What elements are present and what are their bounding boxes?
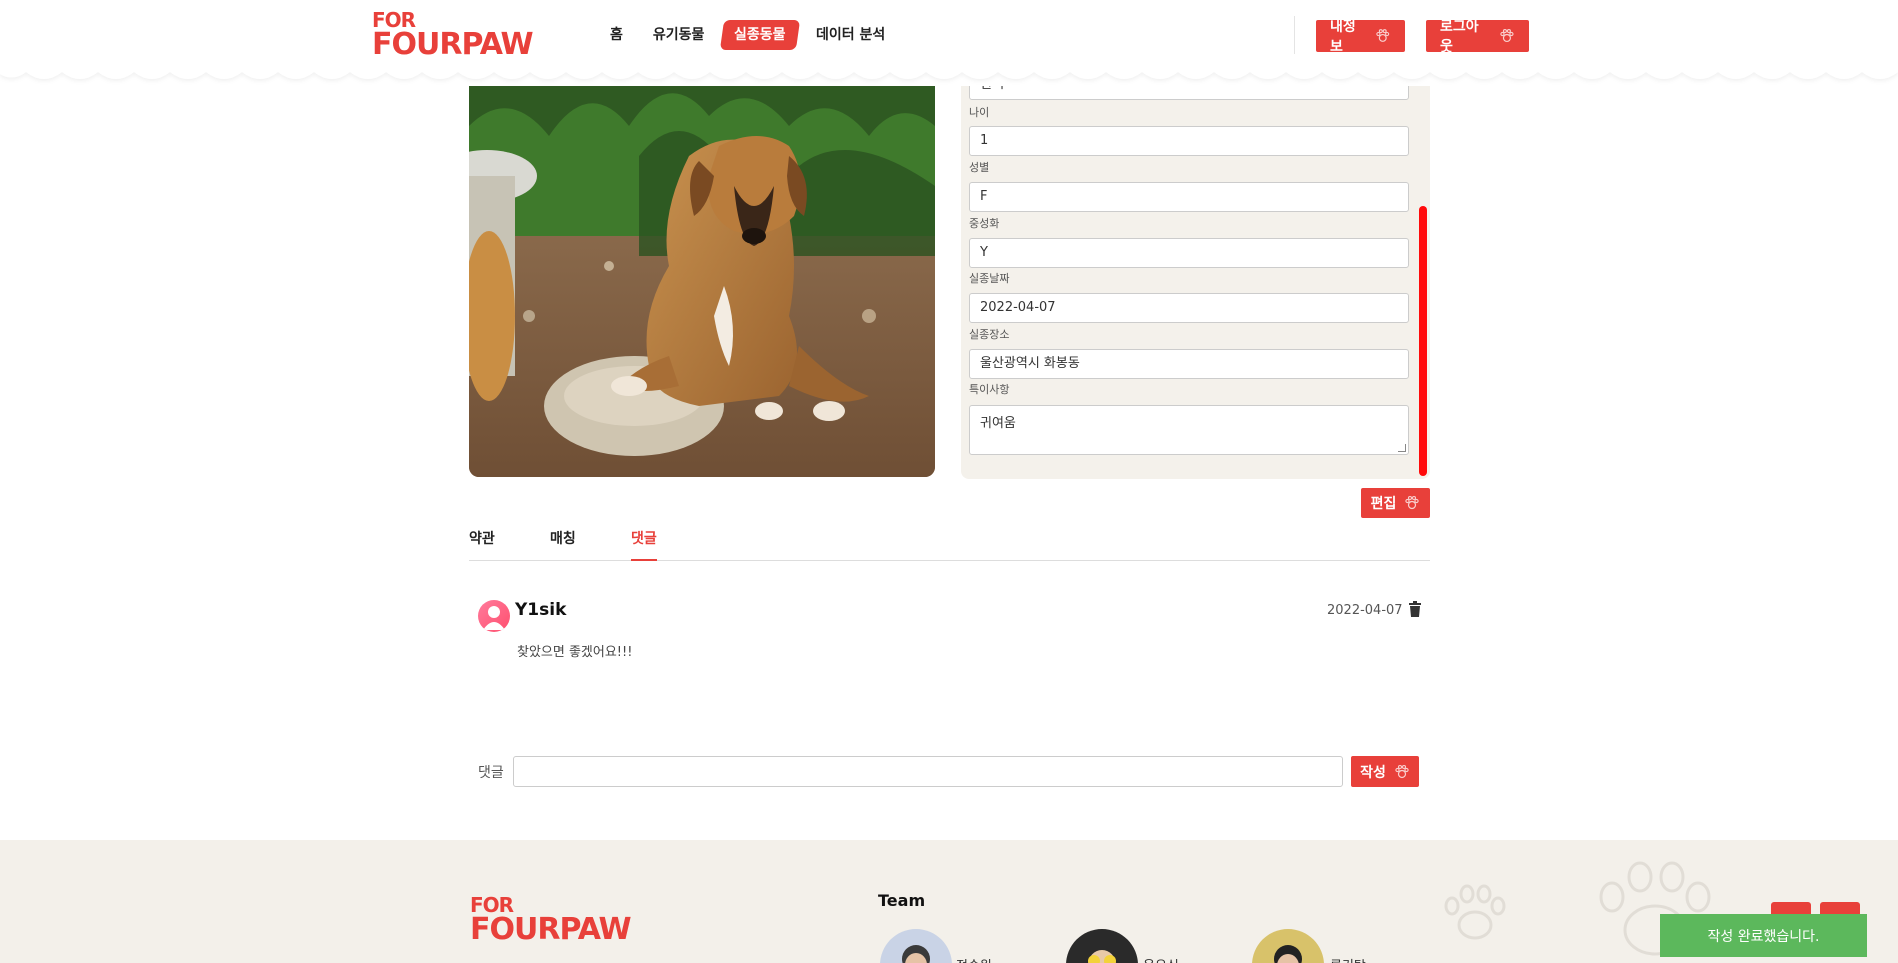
age-field[interactable]: 1 (969, 126, 1409, 156)
edit-label: 편집 (1370, 496, 1397, 512)
my-info-label: 내정보 (1330, 19, 1356, 55)
tab-comments[interactable]: 댓글 (631, 528, 657, 561)
panel-scrollbar[interactable] (1419, 206, 1427, 476)
user-icon (483, 606, 505, 630)
paw-icon (1405, 495, 1420, 510)
header-divider (1294, 16, 1295, 54)
missing-date-field[interactable]: 2022-04-07 (969, 293, 1409, 323)
missing-place-label: 실종장소 (969, 328, 1010, 341)
main-nav: 홈 유기동물 실종동물 데이터 분석 (598, 20, 897, 50)
tab-matching[interactable]: 매칭 (550, 528, 576, 561)
nav-data-analysis[interactable]: 데이터 분석 (804, 20, 897, 50)
header-wave-decoration (0, 60, 1898, 79)
nav-abandoned-animals[interactable]: 유기동물 (641, 20, 717, 50)
comment-author: Y1sik (515, 600, 567, 620)
pet-photo (469, 66, 935, 477)
comment-text: 찾았으면 좋겠어요!!! (517, 645, 633, 660)
resize-handle[interactable] (1398, 444, 1406, 452)
neutered-field[interactable]: Y (969, 238, 1409, 268)
logout-button[interactable]: 로그아웃 (1426, 19, 1529, 55)
comment-input-label: 댓글 (478, 765, 504, 781)
sex-field[interactable]: F (969, 182, 1409, 212)
team-title: Team (878, 891, 926, 910)
footer-logo[interactable]: FOR FOURPAW (470, 895, 632, 947)
nav-missing-animals-label: 실종동물 (734, 27, 786, 43)
team-member-name: 윤유식 (1143, 955, 1179, 963)
comment-input[interactable] (513, 756, 1343, 787)
notes-label: 특이사항 (969, 383, 1010, 396)
nav-missing-animals[interactable]: 실종동물 (720, 20, 801, 50)
team-member-name: 정승원 (956, 955, 992, 963)
sex-label: 성별 (969, 161, 990, 174)
missing-place-field[interactable]: 울산광역시 화봉동 (969, 349, 1409, 379)
submit-comment-label: 작성 (1360, 764, 1386, 781)
notes-text: 귀여움 (980, 416, 1016, 431)
submit-comment-button[interactable]: 작성 (1351, 756, 1419, 787)
team-member-name: 류기탁 (1330, 955, 1366, 963)
paw-print-decoration (1444, 884, 1506, 940)
logout-label: 로그아웃 (1440, 19, 1479, 55)
paw-icon (1376, 29, 1390, 42)
paw-icon (1395, 764, 1409, 778)
detail-tabs: 약관 매칭 댓글 (469, 528, 1430, 561)
logo-line2: FOURPAW (372, 27, 534, 62)
footer-logo-line2: FOURPAW (470, 912, 632, 947)
avatar (478, 600, 510, 632)
neutered-label: 중성화 (969, 217, 1000, 230)
tab-terms[interactable]: 약관 (469, 528, 495, 561)
comment-date: 2022-04-07 (1327, 603, 1403, 618)
puppy-image (469, 66, 935, 477)
site-header: FOR FOURPAW 홈 유기동물 실종동물 데이터 분석 내정보 로그아웃 (0, 0, 1898, 86)
paw-icon (1500, 29, 1514, 43)
nav-home[interactable]: 홈 (598, 20, 635, 50)
site-logo[interactable]: FOR FOURPAW (372, 10, 534, 62)
edit-button[interactable]: 편집 (1361, 488, 1430, 518)
success-toast: 작성 완료했습니다. (1660, 914, 1867, 957)
trash-icon[interactable] (1408, 601, 1422, 617)
my-info-button[interactable]: 내정보 (1316, 19, 1405, 55)
missing-date-label: 실종날짜 (969, 272, 1010, 285)
notes-textarea[interactable]: 귀여움 (969, 405, 1409, 455)
age-label: 나이 (969, 106, 990, 119)
page: FOR FOURPAW 홈 유기동물 실종동물 데이터 분석 내정보 로그아웃 (0, 0, 1898, 963)
